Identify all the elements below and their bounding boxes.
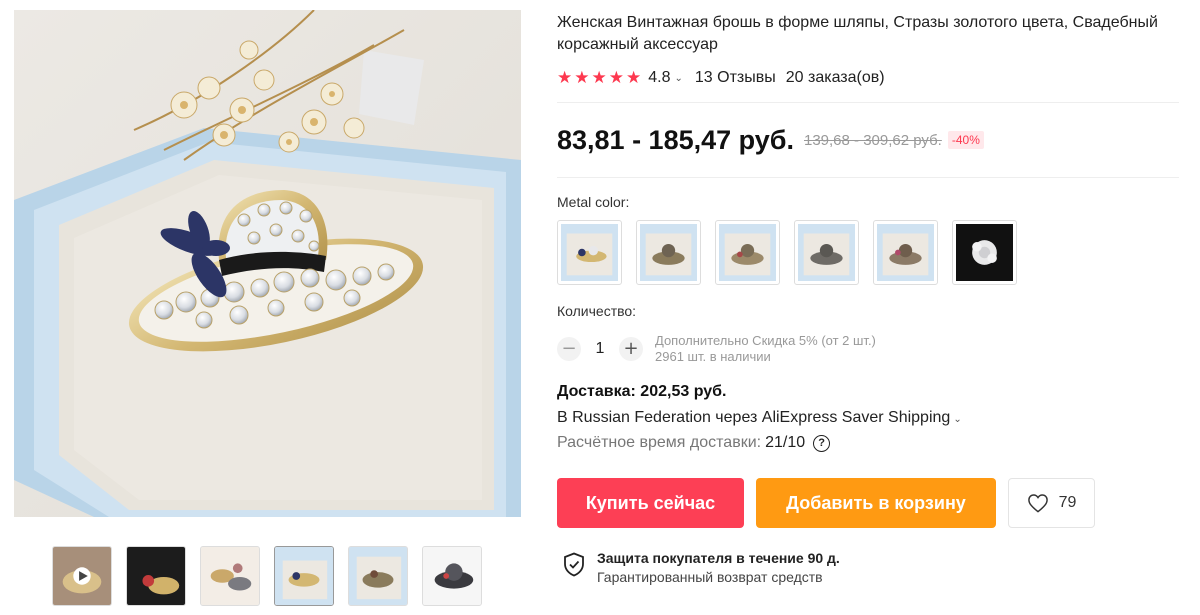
heart-icon	[1027, 494, 1048, 513]
current-price: 83,81 - 185,47 руб.	[557, 124, 794, 155]
star-icon: ★	[591, 68, 607, 87]
chevron-down-icon[interactable]: ⌄	[953, 414, 961, 425]
quantity-value[interactable]: 1	[581, 340, 619, 358]
thumbnail-video[interactable]	[52, 546, 112, 606]
quantity-increase-button[interactable]: +	[619, 337, 643, 361]
product-gallery	[14, 10, 521, 606]
star-icon: ★	[574, 68, 590, 87]
delivery-route[interactable]: В Russian Federation через AliExpress Sa…	[557, 409, 1182, 427]
divider	[557, 102, 1179, 103]
star-icon: ★	[557, 68, 573, 87]
delivery-section: Доставка: 202,53 руб. В Russian Federati…	[557, 383, 1182, 452]
delivery-route-text[interactable]: В Russian Federation через AliExpress Sa…	[557, 409, 950, 426]
buyer-protection: Защита покупателя в течение 90 д. Гарант…	[557, 550, 1182, 585]
thumbnail-6[interactable]	[422, 546, 482, 606]
thumbnail-2[interactable]	[126, 546, 186, 606]
color-swatch-4[interactable]	[794, 220, 859, 285]
wishlist-count: 79	[1058, 494, 1077, 511]
protection-title: Защита покупателя в течение 90 д.	[597, 550, 840, 566]
star-icon: ★	[626, 68, 642, 87]
bulk-discount-note: Дополнительно Скидка 5% (от 2 шт.)	[655, 333, 876, 348]
shield-check-icon	[564, 552, 584, 577]
color-swatches	[557, 220, 1182, 285]
color-swatch-1[interactable]	[557, 220, 622, 285]
old-price: 139,68 - 309,62 руб.	[803, 131, 942, 149]
delivery-time-value: 21/10	[765, 434, 806, 451]
rating-row: ★ ★ ★ ★ ★ 4.8 ⌄ 13 Отзывы 20 заказа(ов)	[557, 68, 1182, 88]
quantity-row: − 1 + Дополнительно Скидка 5% (от 2 шт.)…	[557, 333, 1182, 365]
protection-subtitle: Гарантированный возврат средств	[597, 569, 823, 585]
buy-now-button[interactable]: Купить сейчас	[557, 478, 744, 528]
color-swatch-5[interactable]	[873, 220, 938, 285]
product-info: Женская Винтажная брошь в форме шляпы, С…	[557, 12, 1182, 585]
stock-count: 2961 шт. в наличии	[655, 349, 771, 364]
delivery-time: Расчётное время доставки: 21/10 ?	[557, 434, 1182, 452]
price-row: 83,81 - 185,47 руб. 139,68 - 309,62 руб.…	[557, 123, 1182, 157]
color-swatch-6[interactable]	[952, 220, 1017, 285]
add-to-cart-button[interactable]: Добавить в корзину	[756, 478, 996, 528]
rating-value[interactable]: 4.8	[648, 69, 670, 87]
delivery-time-label: Расчётное время доставки:	[557, 434, 762, 451]
thumbnail-5[interactable]	[348, 546, 408, 606]
star-icon: ★	[608, 68, 624, 87]
main-product-image[interactable]	[14, 10, 521, 517]
quantity-decrease-button[interactable]: −	[557, 337, 581, 361]
thumbnail-strip	[52, 546, 482, 606]
orders-count: 20 заказа(ов)	[785, 69, 885, 86]
delivery-price: Доставка: 202,53 руб.	[557, 383, 727, 400]
reviews-link[interactable]: 13 Отзывы	[695, 69, 776, 87]
wishlist-button[interactable]: 79	[1008, 478, 1095, 528]
thumbnail-4[interactable]	[274, 546, 334, 606]
thumbnail-3[interactable]	[200, 546, 260, 606]
action-buttons: Купить сейчас Добавить в корзину 79	[557, 478, 1182, 528]
divider	[557, 177, 1179, 178]
quantity-info: Дополнительно Скидка 5% (от 2 шт.) 2961 …	[655, 333, 876, 365]
question-icon[interactable]: ?	[813, 434, 831, 452]
discount-badge: -40%	[947, 131, 984, 149]
product-title: Женская Винтажная брошь в форме шляпы, С…	[557, 14, 1158, 53]
rating-stars: ★ ★ ★ ★ ★	[557, 68, 641, 88]
metal-color-label: Metal color:	[557, 194, 630, 210]
color-swatch-2[interactable]	[636, 220, 701, 285]
quantity-label: Количество:	[557, 303, 637, 319]
chevron-down-icon[interactable]: ⌄	[675, 73, 683, 84]
color-swatch-3[interactable]	[715, 220, 780, 285]
